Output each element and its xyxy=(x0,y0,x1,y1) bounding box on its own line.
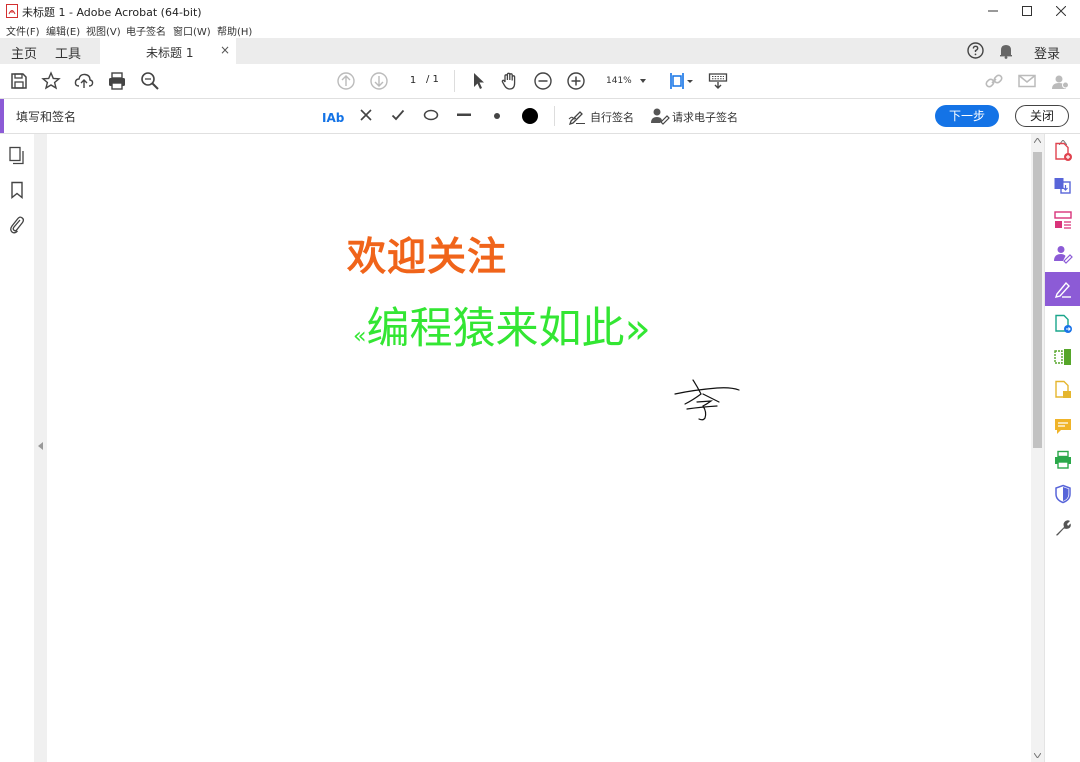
left-pane-grip[interactable] xyxy=(34,134,47,762)
create-pdf-icon[interactable] xyxy=(1053,142,1073,162)
color-picker-icon[interactable] xyxy=(520,106,540,126)
self-sign-button[interactable]: 自行签名 xyxy=(590,109,634,125)
zoom-out-icon[interactable] xyxy=(533,71,553,91)
vertical-scrollbar[interactable] xyxy=(1031,134,1044,762)
zoom-in-icon[interactable] xyxy=(566,71,586,91)
maximize-button[interactable] xyxy=(1010,0,1044,22)
mail-icon[interactable] xyxy=(1017,71,1037,91)
scrollbar-thumb[interactable] xyxy=(1033,152,1042,448)
menu-bar: 文件(F) 编辑(E) 视图(V) 电子签名 窗口(W) 帮助(H) xyxy=(0,22,1080,38)
handwritten-signature[interactable] xyxy=(673,376,743,424)
combine-files-icon[interactable] xyxy=(1053,176,1073,196)
add-text-tool[interactable]: IAb xyxy=(322,107,346,125)
tab-document[interactable]: 未标题 1 × xyxy=(100,38,236,65)
main-toolbar: 1 / 1 141% xyxy=(0,64,1080,99)
minimize-button[interactable] xyxy=(976,0,1010,22)
close-window-button[interactable] xyxy=(1044,0,1078,22)
chevron-down-icon xyxy=(640,79,646,83)
signbar-divider xyxy=(554,106,555,126)
notification-bell-icon[interactable] xyxy=(998,43,1014,59)
request-signature-icon[interactable] xyxy=(1053,244,1073,264)
fill-sign-toolbar: 填写和签名 IAb 自行签名 请求电子签名 下一步 关闭 xyxy=(0,99,1080,134)
left-navigation-pane xyxy=(0,134,35,762)
channel-name-text: «编程猿来如此» xyxy=(353,294,651,356)
comment-icon[interactable] xyxy=(1053,416,1073,436)
tab-tools[interactable]: 工具 xyxy=(55,43,81,62)
zoom-dropdown[interactable]: 141% xyxy=(598,72,652,90)
request-esign-icon[interactable] xyxy=(650,107,670,125)
cross-mark-icon[interactable] xyxy=(359,108,373,122)
fit-page-icon[interactable] xyxy=(668,71,693,91)
menu-edit[interactable]: 编辑(E) xyxy=(46,23,80,38)
menu-window[interactable]: 窗口(W) xyxy=(173,23,211,38)
paperclip-icon[interactable] xyxy=(9,215,25,235)
star-icon[interactable] xyxy=(41,71,61,91)
print-production-icon[interactable] xyxy=(1053,450,1073,470)
channel-name: 编程猿来如此 xyxy=(366,304,625,354)
cloud-upload-icon[interactable] xyxy=(74,71,94,91)
keyboard-dock-icon[interactable] xyxy=(708,71,728,91)
protect-shield-icon[interactable] xyxy=(1053,484,1073,504)
ellipse-tool-icon[interactable] xyxy=(423,109,439,121)
page-number-input[interactable]: 1 xyxy=(398,72,428,90)
open-quote: « xyxy=(353,324,367,349)
zoom-value: 141% xyxy=(606,76,632,86)
page-thumbnails-icon[interactable] xyxy=(8,146,26,166)
page-total: / 1 xyxy=(426,74,439,85)
fill-and-sign-icon[interactable] xyxy=(1053,279,1073,299)
scroll-up-icon[interactable] xyxy=(1034,138,1041,143)
close-quote: » xyxy=(624,304,651,354)
title-bar: 未标题 1 - Adobe Acrobat (64-bit) xyxy=(0,0,1080,22)
menu-help[interactable]: 帮助(H) xyxy=(217,23,252,38)
export-pdf-icon[interactable] xyxy=(1053,314,1073,334)
add-text-icon: IAb xyxy=(322,111,345,125)
minimize-icon xyxy=(988,10,998,12)
bookmark-icon[interactable] xyxy=(10,181,24,199)
tool-accent-bar xyxy=(0,99,4,133)
scroll-down-icon[interactable] xyxy=(1034,753,1041,758)
tab-document-label: 未标题 1 xyxy=(146,46,194,60)
fill-sign-title: 填写和签名 xyxy=(16,110,77,124)
scan-ocr-icon[interactable] xyxy=(1053,380,1073,400)
compare-files-icon[interactable] xyxy=(1053,347,1073,367)
search-icon[interactable] xyxy=(140,71,160,91)
line-tool-icon[interactable] xyxy=(456,113,472,117)
close-icon xyxy=(1056,6,1066,16)
check-mark-icon[interactable] xyxy=(391,108,405,122)
maximize-icon xyxy=(1022,6,1032,16)
collapse-left-icon xyxy=(38,442,43,450)
login-link[interactable]: 登录 xyxy=(1034,43,1060,62)
select-cursor-icon[interactable] xyxy=(468,71,488,91)
link-share-icon[interactable] xyxy=(984,71,1004,91)
menu-esign[interactable]: 电子签名 xyxy=(126,23,166,38)
save-icon[interactable] xyxy=(9,71,29,91)
organize-pages-icon[interactable] xyxy=(1053,210,1073,230)
more-tools-icon[interactable] xyxy=(1053,518,1073,538)
help-icon[interactable] xyxy=(967,42,984,59)
next-step-button[interactable]: 下一步 xyxy=(935,105,999,127)
tab-close-button[interactable]: × xyxy=(220,43,230,57)
close-tool-button[interactable]: 关闭 xyxy=(1015,105,1069,127)
hand-tool-icon[interactable] xyxy=(500,71,520,91)
tab-bar: 主页 工具 未标题 1 × 登录 xyxy=(0,38,1080,65)
toolbar-divider xyxy=(454,70,455,92)
self-sign-icon[interactable] xyxy=(568,107,586,125)
request-esign-button[interactable]: 请求电子签名 xyxy=(672,109,738,125)
next-page-icon[interactable] xyxy=(369,71,389,91)
acrobat-logo-icon xyxy=(6,4,18,18)
previous-page-icon[interactable] xyxy=(336,71,356,91)
menu-view[interactable]: 视图(V) xyxy=(86,23,121,38)
tab-home[interactable]: 主页 xyxy=(11,43,37,62)
print-icon[interactable] xyxy=(107,71,127,91)
document-page[interactable]: 欢迎关注 «编程猿来如此» xyxy=(47,134,1031,762)
user-add-icon[interactable] xyxy=(1050,71,1070,91)
right-tools-pane xyxy=(1044,134,1080,762)
welcome-text: 欢迎关注 xyxy=(347,235,508,280)
window-title: 未标题 1 - Adobe Acrobat (64-bit) xyxy=(22,6,202,19)
dot-tool-icon[interactable] xyxy=(492,111,502,121)
menu-file[interactable]: 文件(F) xyxy=(6,23,40,38)
